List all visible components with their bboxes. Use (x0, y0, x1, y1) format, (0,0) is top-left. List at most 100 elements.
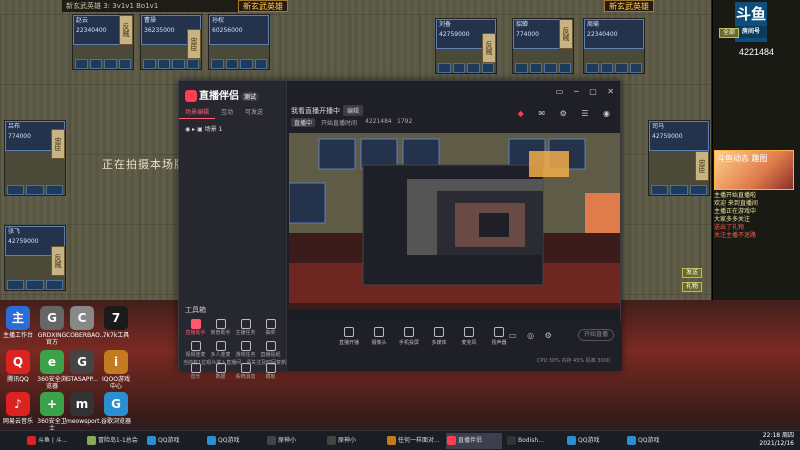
taskbar-item[interactable]: 原神小 (266, 433, 322, 449)
douyu-tab-all[interactable]: 全部 (719, 28, 740, 38)
stream-preview[interactable] (289, 133, 620, 321)
desktop-icon[interactable]: Q 腾讯QQ (2, 350, 34, 383)
bottom-tool-button[interactable]: 手机投屏 (399, 327, 419, 346)
taskbar-app-icon (387, 436, 396, 445)
desktop-icon-label: 360安全浏览器 (37, 376, 67, 390)
desktop-icon[interactable]: 7 7k7k工具 (100, 306, 132, 339)
tool-item[interactable]: 直播贴纸 (258, 341, 283, 359)
bottom-tool-button[interactable]: 摄像头 (369, 327, 389, 346)
send-button[interactable]: 发送 (682, 268, 703, 278)
taskbar-app-icon (567, 436, 576, 445)
gift-button[interactable]: 礼物 (682, 282, 703, 292)
bottom-tool-icon (464, 327, 474, 337)
tool-item[interactable]: 多人连麦 (208, 341, 233, 359)
bottom-tool-button[interactable]: 麦克风 (459, 327, 479, 346)
taskbar-app-icon (87, 436, 96, 445)
streamer-sidebar: 直播伴侣 测试 场景编辑 互动 可发送 ◉ ▸ ▣ 场景 1 工具箱 直播助手 房管… (179, 81, 296, 380)
tab-send[interactable]: 可发送 (239, 107, 269, 119)
taskbar-item[interactable]: QQ游戏 (566, 433, 622, 449)
ad-banner[interactable]: 斗鱼动态 趣图 (714, 150, 794, 190)
desktop-icon[interactable]: 主主播工作台 (2, 306, 34, 339)
game-banner-right: 新玄武英雄 (604, 0, 654, 12)
role-badge: 忠臣 (187, 29, 201, 59)
bottom-tools: 直播开播 摄像头 手机投屏 多媒体 麦克风 扬声器 (339, 327, 509, 346)
tool-item[interactable]: 直播助手 (183, 319, 208, 337)
tool-icon (240, 341, 251, 351)
scene-item[interactable]: ◉ ▸ ▣ 场景 1 (185, 124, 222, 133)
tool-icon (215, 319, 226, 329)
header-icons[interactable]: ◆ ✉ ⚙ ☰ ◉ (518, 109, 616, 118)
taskbar-item[interactable]: 冒险岛1-1总会 (86, 433, 142, 449)
chat-line: 关注主播不迷路 (714, 232, 757, 239)
player-card[interactable]: 张飞 42759000 反贼 (4, 225, 66, 291)
app-icon (185, 90, 197, 102)
bottom-tool-button[interactable]: 直播开播 (339, 327, 359, 346)
taskbar-item[interactable]: QQ游戏 (626, 433, 682, 449)
tool-icon (215, 341, 226, 351)
game-status-strip: 新玄武英雄 3: 3v1v1 Bo1v1 (62, 0, 242, 12)
player-card[interactable]: 周瑜 22340400 (583, 18, 645, 74)
player-card[interactable]: 刘备 42759000 反贼 (435, 18, 497, 74)
role-badge: 反贼 (119, 15, 133, 45)
taskbar-item[interactable]: 原神小 (326, 433, 382, 449)
player-card[interactable]: 孙权 60256000 (208, 14, 270, 70)
role-badge: 忠臣 (695, 151, 709, 181)
taskbar-item[interactable]: 斗鱼 | 斗... (26, 433, 82, 449)
desktop-icon[interactable]: +360安全卫士 (36, 392, 68, 432)
desktop-icon[interactable]: C COBERBAO... (66, 306, 105, 339)
taskbar-item[interactable]: QQ游戏 (146, 433, 202, 449)
chat-line: 主播正在游戏中 (714, 208, 757, 215)
app-icon: ♪ (6, 392, 30, 416)
taskbar-app-icon (267, 436, 276, 445)
player-card[interactable]: 貂蝉 774000 反贼 (512, 18, 574, 74)
taskbar-clock[interactable]: 22:18 周四 2021/12/16 (759, 432, 794, 448)
tool-item[interactable]: 抽奖 (258, 319, 283, 337)
role-badge: 反贼 (51, 246, 65, 276)
tool-item[interactable]: 房管助手 (208, 319, 233, 337)
desktop-icon[interactable]: ♪ 网易云音乐 (2, 392, 34, 425)
perf-stats: CPU 30% 内存 45% 码率 3000 (537, 358, 611, 364)
room-id-chip: 4221484 (365, 118, 392, 125)
taskbar-item[interactable]: 直播伴侣 (446, 433, 502, 449)
taskbar-item[interactable]: 任何一样面对... (386, 433, 442, 449)
taskbar-item[interactable]: Bodish... (506, 433, 562, 449)
app-icon: Q (6, 350, 30, 374)
chat-line: 大家多多关注 (714, 216, 751, 223)
tab-scene[interactable]: 场景编辑 (179, 107, 216, 119)
bottom-tool-button[interactable]: 扬声器 (489, 327, 509, 346)
bottom-tool-button[interactable]: 多媒体 (429, 327, 449, 346)
desktop-icon[interactable]: m meowsport... (66, 392, 105, 425)
desktop-icon[interactable]: G GRDXING官方 (36, 306, 68, 346)
stream-title: 我看直播开播中 (291, 107, 340, 115)
bottom-tool-icon (374, 327, 384, 337)
tool-item[interactable]: 游戏任务 (233, 341, 258, 359)
desktop-icon[interactable]: i IQOO游戏中心 (100, 350, 132, 390)
taskbar-app-icon (507, 436, 516, 445)
desktop-icon-label: 谷歌浏览器 (100, 418, 131, 425)
streamer-bottom-bar: 直播开播 摄像头 手机投屏 多媒体 麦克风 扬声器 ▭ ◎ ⚙ 开始直播 CPU 30% … (287, 321, 622, 371)
desktop-icon-label: 7k7k工具 (102, 332, 130, 339)
tab-interact[interactable]: 互动 (215, 107, 239, 119)
player-card[interactable]: 吕布 774000 忠臣 (4, 120, 66, 196)
player-card[interactable]: 司马 42759000 忠臣 (648, 120, 710, 196)
streamer-window: 直播伴侣 测试 场景编辑 互动 可发送 ◉ ▸ ▣ 场景 1 工具箱 直播助手 房管… (178, 80, 622, 380)
window-controls[interactable]: ▭ ─ ▢ ✕ (556, 87, 618, 96)
bottom-right-icons[interactable]: ▭ ◎ ⚙ (509, 331, 556, 340)
sidebar-tabs: 场景编辑 互动 可发送 (179, 107, 287, 119)
desktop-icon-label: 腾讯QQ (7, 376, 29, 383)
tool-item[interactable]: 主播任务 (233, 319, 258, 337)
player-card[interactable]: 曹操 36235000 忠臣 (140, 14, 202, 70)
desktop-icon-label: GTASAPP... (66, 376, 98, 383)
start-live-button[interactable]: 开始直播 (578, 329, 614, 341)
douyu-logo: 斗鱼 房间号 (735, 2, 767, 42)
desktop-icon[interactable]: G GTASAPP... (66, 350, 98, 383)
tool-item[interactable]: 视频连麦 (183, 341, 208, 359)
taskbar-item[interactable]: QQ游戏 (206, 433, 262, 449)
player-card[interactable]: 赵云 22340400 反贼 (72, 14, 134, 70)
room-id: 4221484 (739, 47, 775, 57)
app-icon: i (104, 350, 128, 374)
edit-title-button[interactable]: 编辑 (343, 105, 364, 116)
taskbar-app-icon (27, 436, 36, 445)
desktop-icon[interactable]: G 谷歌浏览器 (100, 392, 132, 425)
desktop-icon[interactable]: e 360安全浏览器 (36, 350, 68, 390)
